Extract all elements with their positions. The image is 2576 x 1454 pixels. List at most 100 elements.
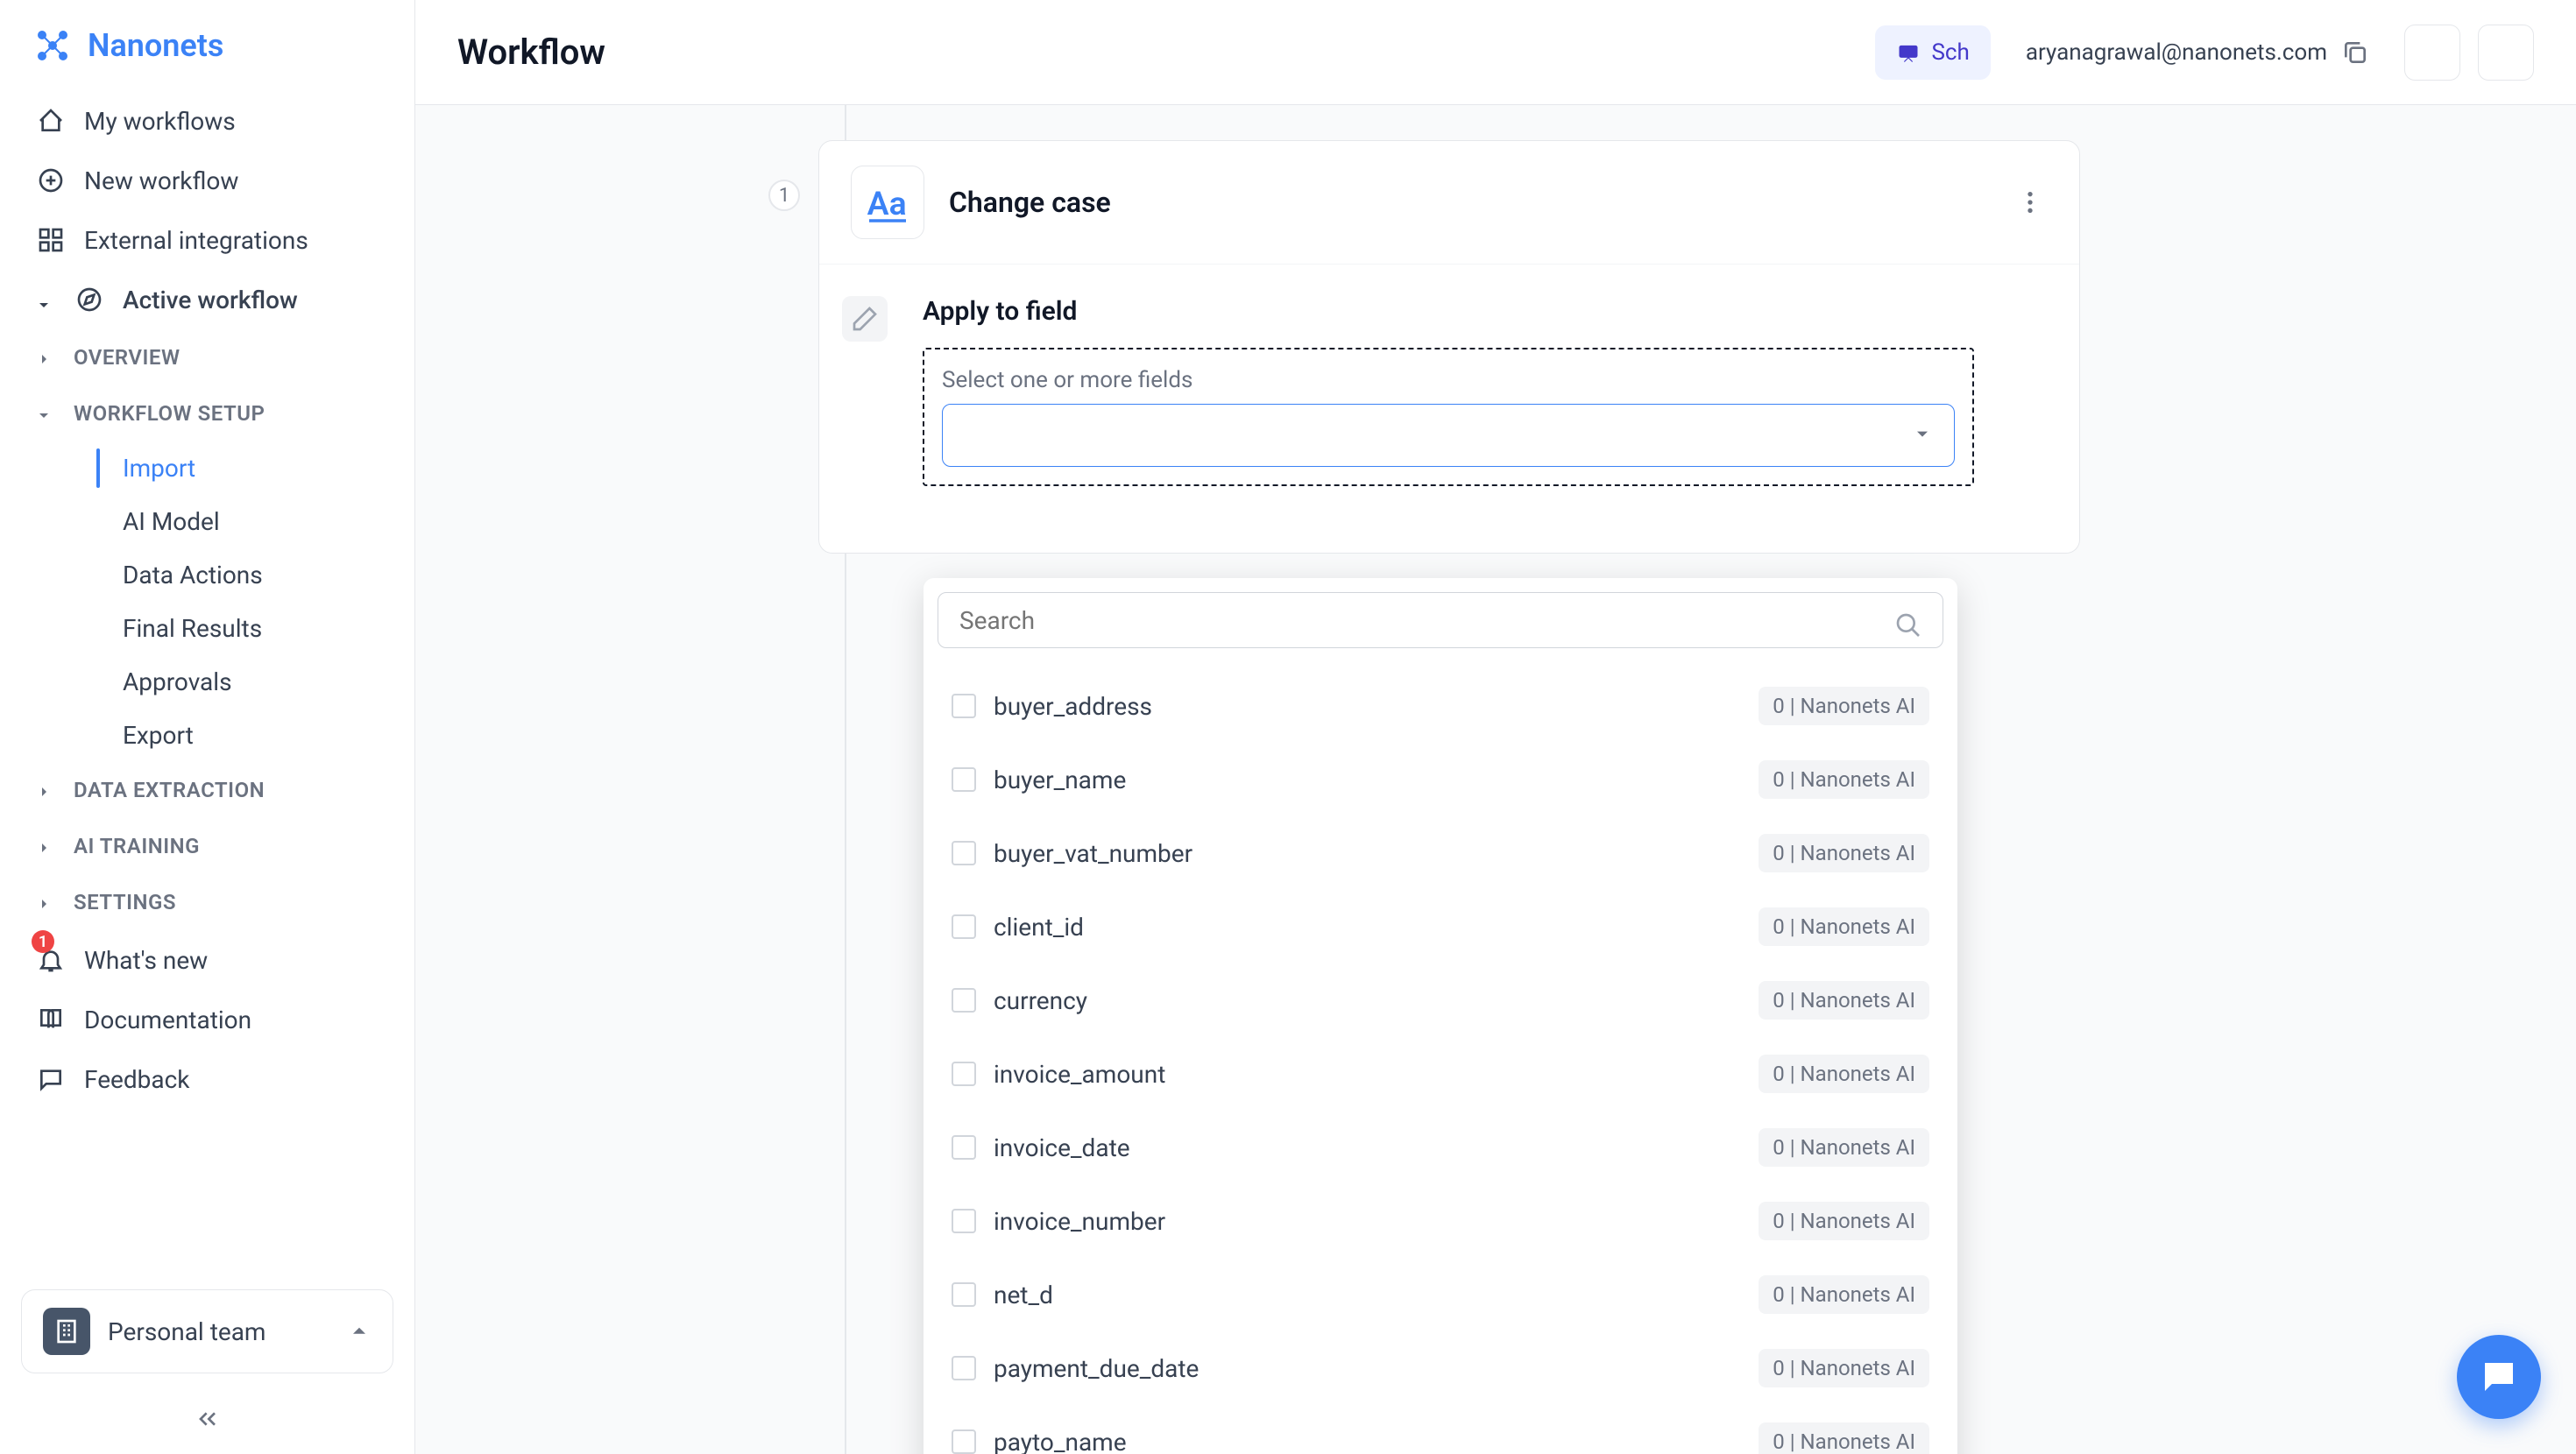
schedule-button[interactable]: Sch — [1875, 25, 1990, 80]
item-tag: 0 | Nanonets AI — [1759, 1202, 1929, 1240]
email-display: aryanagrawal@nanonets.com — [2008, 28, 2387, 77]
nav-label: Feedback — [84, 1065, 189, 1094]
dropdown-item[interactable]: client_id0 | Nanonets AI — [938, 890, 1943, 963]
chat-launcher[interactable] — [2457, 1335, 2541, 1419]
item-tag: 0 | Nanonets AI — [1759, 760, 1929, 799]
plus-circle-icon — [35, 165, 67, 196]
checkbox[interactable] — [952, 988, 976, 1013]
copy-icon[interactable] — [2341, 39, 2369, 67]
section-overview[interactable]: OVERVIEW — [0, 329, 414, 385]
nav-new-workflow[interactable]: New workflow — [0, 151, 414, 210]
step-card: 1 Aa Change case Apply to field Sele — [818, 140, 2080, 554]
section-label: AI TRAINING — [74, 834, 200, 858]
card-menu[interactable] — [2013, 185, 2048, 220]
chevron-down-icon — [35, 405, 53, 422]
item-label: invoice_amount — [994, 1060, 1741, 1089]
chevron-up-icon — [347, 1319, 372, 1344]
team-selector[interactable]: Personal team — [21, 1289, 393, 1373]
nav-feedback[interactable]: Feedback — [0, 1049, 414, 1109]
chevron-down-icon — [1912, 423, 1933, 448]
dropdown-item[interactable]: payto_name0 | Nanonets AI — [938, 1405, 1943, 1454]
sub-final-results[interactable]: Final Results — [0, 602, 414, 655]
item-tag: 0 | Nanonets AI — [1759, 1349, 1929, 1387]
sub-data-actions[interactable]: Data Actions — [0, 548, 414, 602]
header-button-1[interactable] — [2404, 25, 2460, 81]
checkbox[interactable] — [952, 914, 976, 939]
section-ai-training[interactable]: AI TRAINING — [0, 818, 414, 874]
collapse-sidebar[interactable] — [0, 1391, 414, 1454]
checkbox[interactable] — [952, 1429, 976, 1454]
card-body: Apply to field Select one or more fields — [819, 265, 2079, 553]
sub-export[interactable]: Export — [0, 709, 414, 762]
chevron-down-icon — [35, 291, 53, 308]
dropdown-item[interactable]: net_d 0 | Nanonets AI — [938, 1258, 1943, 1331]
checkbox[interactable] — [952, 1209, 976, 1233]
nav-label: Active workflow — [123, 286, 298, 314]
checkbox[interactable] — [952, 1135, 976, 1160]
item-label: net_d — [994, 1281, 1741, 1309]
chat-icon — [35, 1063, 67, 1095]
nav-label: Documentation — [84, 1006, 251, 1034]
item-label: invoice_date — [994, 1133, 1741, 1162]
dropdown-item[interactable]: invoice_number 0 | Nanonets AI — [938, 1184, 1943, 1258]
item-tag: 0 | Nanonets AI — [1759, 1422, 1929, 1454]
edit-icon — [842, 296, 888, 342]
sub-approvals[interactable]: Approvals — [0, 655, 414, 709]
grid-icon — [35, 224, 67, 256]
header: Workflow Sch aryanagrawal@nanonets.com — [415, 0, 2576, 105]
checkbox[interactable] — [952, 767, 976, 792]
dropdown-item[interactable]: invoice_amount 0 | Nanonets AI — [938, 1037, 1943, 1111]
item-label: invoice_number — [994, 1207, 1741, 1236]
section-label: OVERVIEW — [74, 345, 180, 370]
search-input[interactable] — [938, 592, 1943, 648]
field-select[interactable] — [942, 404, 1955, 467]
item-label: payment_due_date — [994, 1354, 1741, 1383]
item-tag: 0 | Nanonets AI — [1759, 687, 1929, 725]
header-actions: Sch aryanagrawal@nanonets.com — [1875, 25, 2534, 81]
step-number: 1 — [768, 180, 800, 211]
search-icon — [1894, 611, 1922, 639]
checkbox[interactable] — [952, 841, 976, 865]
dropdown-item[interactable]: buyer_name 0 | Nanonets AI — [938, 743, 1943, 816]
badge: 1 — [32, 930, 54, 953]
checkbox[interactable] — [952, 694, 976, 718]
field-dropdown: buyer_address 0 | Nanonets AI buyer_name 0 … — [924, 578, 1957, 1454]
logo[interactable]: Nanonets — [0, 0, 414, 84]
dropdown-item[interactable]: invoice_date0 | Nanonets AI — [938, 1111, 1943, 1184]
chevron-right-icon — [35, 349, 53, 366]
item-label: currency — [994, 986, 1741, 1015]
nav-external-integrations[interactable]: External integrations — [0, 210, 414, 270]
section-settings[interactable]: SETTINGS — [0, 874, 414, 930]
home-icon — [35, 105, 67, 137]
header-button-2[interactable] — [2478, 25, 2534, 81]
nav-documentation[interactable]: Documentation — [0, 990, 414, 1049]
item-label: client_id — [994, 913, 1741, 942]
email-text: aryanagrawal@nanonets.com — [2026, 39, 2327, 66]
dropdown-item[interactable]: buyer_vat_number0 | Nanonets AI — [938, 816, 1943, 890]
nav-whats-new[interactable]: 1 What's new — [0, 930, 414, 990]
item-tag: 0 | Nanonets AI — [1759, 1275, 1929, 1314]
nav-label: External integrations — [84, 226, 308, 255]
section-data-extraction[interactable]: DATA EXTRACTION — [0, 762, 414, 818]
sub-import[interactable]: Import — [0, 441, 414, 495]
chevron-right-icon — [35, 781, 53, 799]
section-workflow-setup[interactable]: WORKFLOW SETUP — [0, 385, 414, 441]
checkbox[interactable] — [952, 1356, 976, 1380]
item-label: buyer_name — [994, 766, 1741, 794]
chat-bubble-icon — [2478, 1356, 2520, 1398]
checkbox[interactable] — [952, 1062, 976, 1086]
chat-icon — [1896, 40, 1921, 65]
nav-active-workflow[interactable]: Active workflow — [0, 270, 414, 329]
checkbox[interactable] — [952, 1282, 976, 1307]
dropdown-item[interactable]: payment_due_date 0 | Nanonets AI — [938, 1331, 1943, 1405]
dropdown-item[interactable]: buyer_address 0 | Nanonets AI — [938, 669, 1943, 743]
dropdown-item[interactable]: currency0 | Nanonets AI — [938, 963, 1943, 1037]
page-title: Workflow — [457, 32, 605, 73]
sub-ai-model[interactable]: AI Model — [0, 495, 414, 548]
nav-my-workflows[interactable]: My workflows — [0, 91, 414, 151]
item-tag: 0 | Nanonets AI — [1759, 1055, 1929, 1093]
nav: My workflows New workflow External integ… — [0, 84, 414, 1272]
item-label: buyer_vat_number — [994, 839, 1741, 868]
field-label: Select one or more fields — [942, 367, 1955, 393]
item-label: buyer_address — [994, 692, 1741, 721]
